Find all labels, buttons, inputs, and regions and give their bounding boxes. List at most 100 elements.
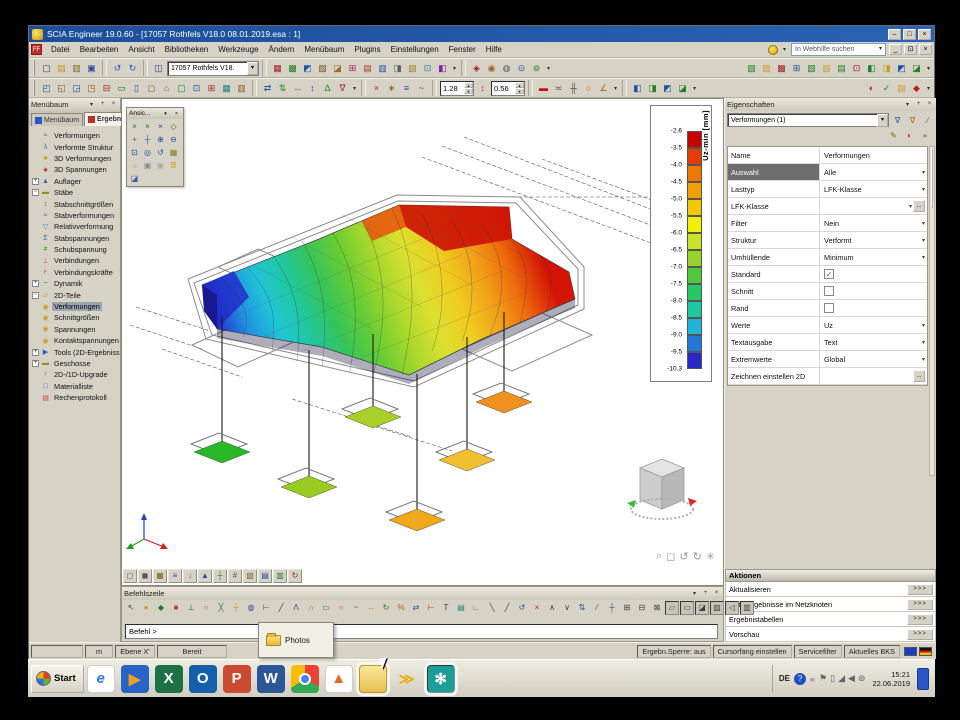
tree-item-materialliste[interactable]: □Materialliste <box>29 381 120 392</box>
zoom-window-icon[interactable]: ⊡ <box>128 146 141 159</box>
layers-cmd-icon[interactable]: ▤ <box>454 601 468 615</box>
selection-icon[interactable]: ◈ <box>469 61 484 76</box>
zoom-in-icon[interactable]: ⊕ <box>154 133 167 146</box>
snap-end-icon[interactable]: ■ <box>169 601 183 615</box>
tray-flag-icon[interactable]: ⚑ <box>819 673 827 684</box>
property-row-lasttyp[interactable]: LasttypLFK-Klasse▾ <box>728 181 927 198</box>
view-side-icon[interactable]: ◨ <box>645 81 660 96</box>
undo-zoom-icon[interactable]: ↺ <box>515 601 529 615</box>
regen-icon[interactable]: ↻ <box>288 569 302 583</box>
zoom-all-icon[interactable]: ◉ <box>484 61 499 76</box>
snap-circle-icon[interactable]: ○ <box>199 601 213 615</box>
wireframe-icon[interactable]: ◻ <box>123 569 137 583</box>
snap-intersect-icon[interactable]: ╳ <box>214 601 228 615</box>
labels-icon[interactable]: ≡ <box>168 569 182 583</box>
help-tray-icon[interactable]: ? <box>794 673 806 685</box>
internet-explorer-icon[interactable]: e <box>87 665 115 693</box>
render-b-icon[interactable]: B <box>167 159 180 172</box>
toolbar-overflow2-icon[interactable]: ▾ <box>545 65 552 72</box>
layers-icon[interactable]: ▦ <box>270 61 285 76</box>
right2-overflow-icon[interactable]: ▾ <box>925 85 932 92</box>
status-cell-m[interactable]: m <box>85 645 113 658</box>
select-intersect-icon[interactable]: ◪ <box>695 601 709 615</box>
properties-selector-combo[interactable]: Verformungen (1)▾ <box>727 113 889 127</box>
rect-icon[interactable]: ▭ <box>319 601 333 615</box>
mirror-tool-icon[interactable]: ⇄ <box>409 601 423 615</box>
view-top-icon[interactable]: ◩ <box>660 81 675 96</box>
expand-toggle-icon[interactable]: + <box>32 360 39 367</box>
tree-item-stabschnittgroessen[interactable]: ↕Stabschnittgrößen <box>29 198 120 209</box>
window-overflow-icon[interactable]: ▾ <box>691 85 698 92</box>
filter-edit-icon[interactable]: ∇ <box>906 114 919 127</box>
tree-item-dynamik[interactable]: +~Dynamik <box>29 278 120 289</box>
bim-storey-icon[interactable]: ▥ <box>234 81 249 96</box>
menu-fenster[interactable]: Fenster <box>444 43 481 57</box>
toolbar-overflow-icon[interactable]: ▾ <box>451 65 458 72</box>
expand-toggle-icon[interactable]: + <box>32 349 39 356</box>
vlc-icon[interactable]: ▲ <box>325 665 353 693</box>
tree-item-2d-spannungen[interactable]: ◉Spannungen <box>29 324 120 335</box>
minimize-button[interactable]: – <box>888 29 901 40</box>
properties-copy-icon[interactable]: ≡ <box>399 81 414 96</box>
info-icon[interactable]: ⊙ <box>514 61 529 76</box>
powerpoint-icon[interactable]: P <box>223 665 251 693</box>
status-ergebn-sperre-aus[interactable]: Ergebn.Sperre: aus <box>637 645 710 658</box>
redo-icon[interactable]: ↻ <box>125 61 140 76</box>
ellipsis-button[interactable]: ... <box>913 370 925 382</box>
camera-save-icon[interactable]: ▣ <box>154 159 167 172</box>
bim-opening-icon[interactable]: ⊟ <box>99 81 114 96</box>
supports-display-icon[interactable]: ▲ <box>198 569 212 583</box>
property-row-zeichnen-einstellen-2d[interactable]: Zeichnen einstellen 2D... <box>728 368 927 385</box>
status-cursorfang-einstellen[interactable]: Cursorfang einstellen <box>713 645 792 658</box>
nav-zoom-icon[interactable]: ⌕ <box>656 550 662 563</box>
close-button[interactable]: × <box>918 29 931 40</box>
bim-cross-icon[interactable]: ⊞ <box>204 81 219 96</box>
tree-item-2d-1d-upgrade[interactable]: ↑2D-/1D-Upgrade <box>29 369 120 380</box>
tree-item-stabspannungen[interactable]: ΣStabspannungen <box>29 233 120 244</box>
status-servicefilter[interactable]: Servicefilter <box>794 645 842 658</box>
checkbox-icon[interactable] <box>824 303 834 313</box>
load-display-icon[interactable]: ↓ <box>183 569 197 583</box>
flip-icon[interactable]: ⇅ <box>575 601 589 615</box>
menu-ansicht[interactable]: Ansicht <box>123 43 159 57</box>
vertex-down-icon[interactable]: ∨ <box>560 601 574 615</box>
tree-item-auflager[interactable]: +▲Auflager <box>29 176 120 187</box>
checkbox-icon[interactable]: ✓ <box>824 269 834 279</box>
language-flag-icon[interactable] <box>904 647 917 656</box>
combinations-icon[interactable]: ⊞ <box>345 61 360 76</box>
erase-icon[interactable]: × <box>530 601 544 615</box>
taskbar-clock[interactable]: 15:21 22.06.2019 <box>869 670 913 688</box>
calculation-icon[interactable]: ▩ <box>285 61 300 76</box>
snap-tangent-icon[interactable]: ◍ <box>244 601 258 615</box>
view-params-icon[interactable]: ▥ <box>273 569 287 583</box>
snap-ortho-icon[interactable]: ⊥ <box>184 601 198 615</box>
table-del-icon[interactable]: ⊟ <box>635 601 649 615</box>
rotate-tool-icon[interactable]: ↻ <box>379 601 393 615</box>
ray2-icon[interactable]: ╱ <box>500 601 514 615</box>
result-update-icon[interactable]: ◪ <box>909 61 924 76</box>
bim-rib-icon[interactable]: ▢ <box>174 81 189 96</box>
action-execute-button[interactable]: >>> <box>907 614 933 625</box>
title-bar[interactable]: SCIA Engineer 19.0.60 - [17057 Rothfels … <box>29 26 934 42</box>
dim-overflow-icon[interactable]: ▾ <box>612 85 619 92</box>
bim-column-icon[interactable]: ◳ <box>84 81 99 96</box>
result-preview-icon[interactable]: ⊞ <box>789 61 804 76</box>
snap-mid-icon[interactable]: ◆ <box>154 601 168 615</box>
load-panel-icon[interactable]: ◐ <box>864 81 879 96</box>
mdi-document-icon[interactable]: FF <box>31 44 42 55</box>
vertex-up-icon[interactable]: ∧ <box>545 601 559 615</box>
import-icon[interactable]: ▥ <box>69 61 84 76</box>
steel-icon[interactable]: ▥ <box>375 61 390 76</box>
results-overflow-icon[interactable]: ▾ <box>925 65 932 72</box>
snap-perp-icon[interactable]: ⊢ <box>259 601 273 615</box>
tab-men-baum[interactable]: Menübaum <box>31 113 83 126</box>
mirror-icon[interactable]: ∇ <box>335 81 350 96</box>
member-axes-icon[interactable]: ┼ <box>213 569 227 583</box>
tree-item-schubspannung[interactable]: ≠Schubspannung <box>29 244 120 255</box>
dropdown-arrow-icon[interactable]: ▾ <box>922 322 925 329</box>
excel-icon[interactable]: X <box>155 665 183 693</box>
nav-settings-icon[interactable]: ✳ <box>706 550 715 563</box>
tree-item-verbindungskraefte[interactable]: ⊦Verbindungskräfte <box>29 267 120 278</box>
property-row-extremwerte[interactable]: ExtremwerteGlobal▾ <box>728 351 927 368</box>
dim-node-icon[interactable]: ╫ <box>566 81 581 96</box>
